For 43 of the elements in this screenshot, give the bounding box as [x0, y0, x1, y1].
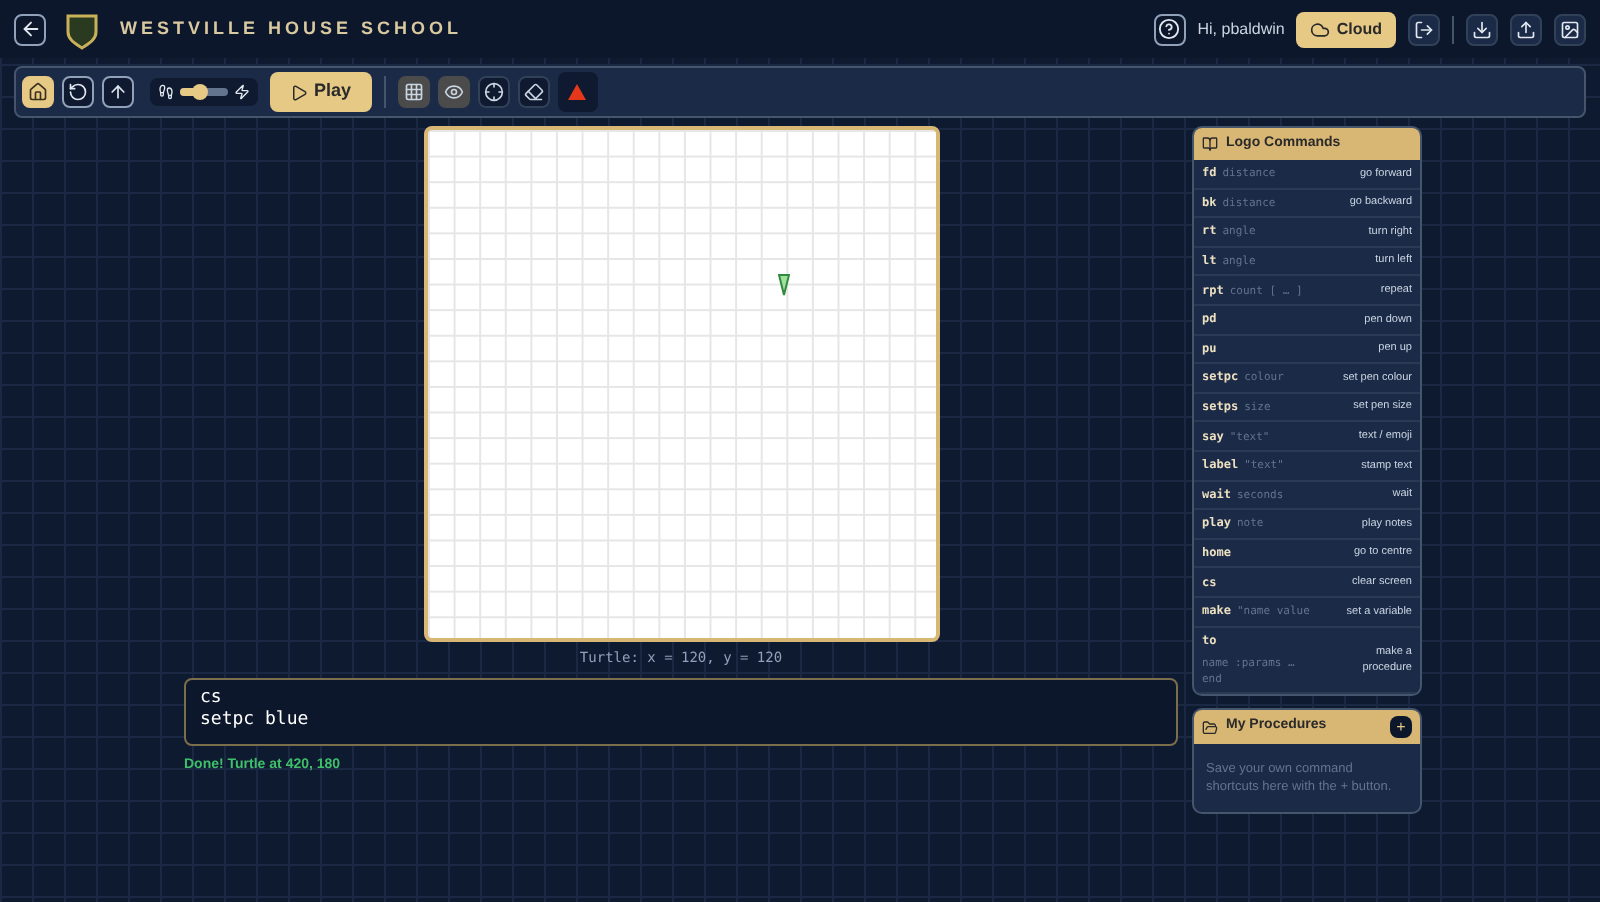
- up-arrow-icon: [108, 82, 128, 102]
- grid-icon: [403, 82, 424, 102]
- help-button[interactable]: [1153, 13, 1186, 45]
- logout-button[interactable]: [1408, 13, 1440, 45]
- greeting-text: Hi, pbaldwin: [1197, 17, 1285, 41]
- school-crest-icon: [62, 9, 102, 49]
- triangle-icon: [568, 84, 587, 100]
- eye-icon: [443, 82, 464, 102]
- speed-slider[interactable]: [180, 88, 228, 96]
- download-button[interactable]: [1466, 13, 1498, 45]
- back-arrow-icon: [19, 18, 41, 40]
- crosshair-icon: [483, 82, 504, 102]
- folder-icon: [1202, 719, 1218, 735]
- add-procedure-button[interactable]: +: [1390, 716, 1412, 738]
- home-icon: [28, 82, 48, 102]
- footprints-icon: [158, 84, 174, 100]
- home-button[interactable]: [22, 76, 54, 108]
- school-name: WESTVILLE HOUSE SCHOOL: [120, 15, 463, 42]
- eye-button[interactable]: [437, 76, 470, 108]
- image-button[interactable]: [1554, 13, 1586, 45]
- pen-color-button[interactable]: [557, 72, 598, 112]
- reset-icon: [68, 82, 88, 102]
- code-editor[interactable]: cs setpc blue: [184, 677, 1178, 745]
- logout-icon: [1414, 19, 1434, 39]
- eraser-button[interactable]: [517, 76, 550, 108]
- cloud-icon: [1310, 19, 1331, 39]
- play-icon: [290, 83, 308, 101]
- eraser-icon: [523, 82, 544, 102]
- up-arrow-button[interactable]: [102, 76, 134, 108]
- turtle-icon: [777, 274, 789, 296]
- lightning-icon: [234, 84, 250, 100]
- reset-button[interactable]: [62, 76, 94, 108]
- grid-button[interactable]: [397, 76, 430, 108]
- download-icon: [1472, 19, 1492, 39]
- cloud-button[interactable]: Cloud: [1296, 11, 1396, 47]
- crosshair-button[interactable]: [477, 76, 510, 108]
- image-icon: [1560, 19, 1580, 39]
- help-icon: [1158, 18, 1181, 40]
- back-button[interactable]: [14, 13, 46, 45]
- play-button[interactable]: Play: [270, 72, 372, 112]
- book-icon: [1202, 136, 1218, 152]
- upload-icon: [1516, 19, 1536, 39]
- upload-button[interactable]: [1510, 13, 1542, 45]
